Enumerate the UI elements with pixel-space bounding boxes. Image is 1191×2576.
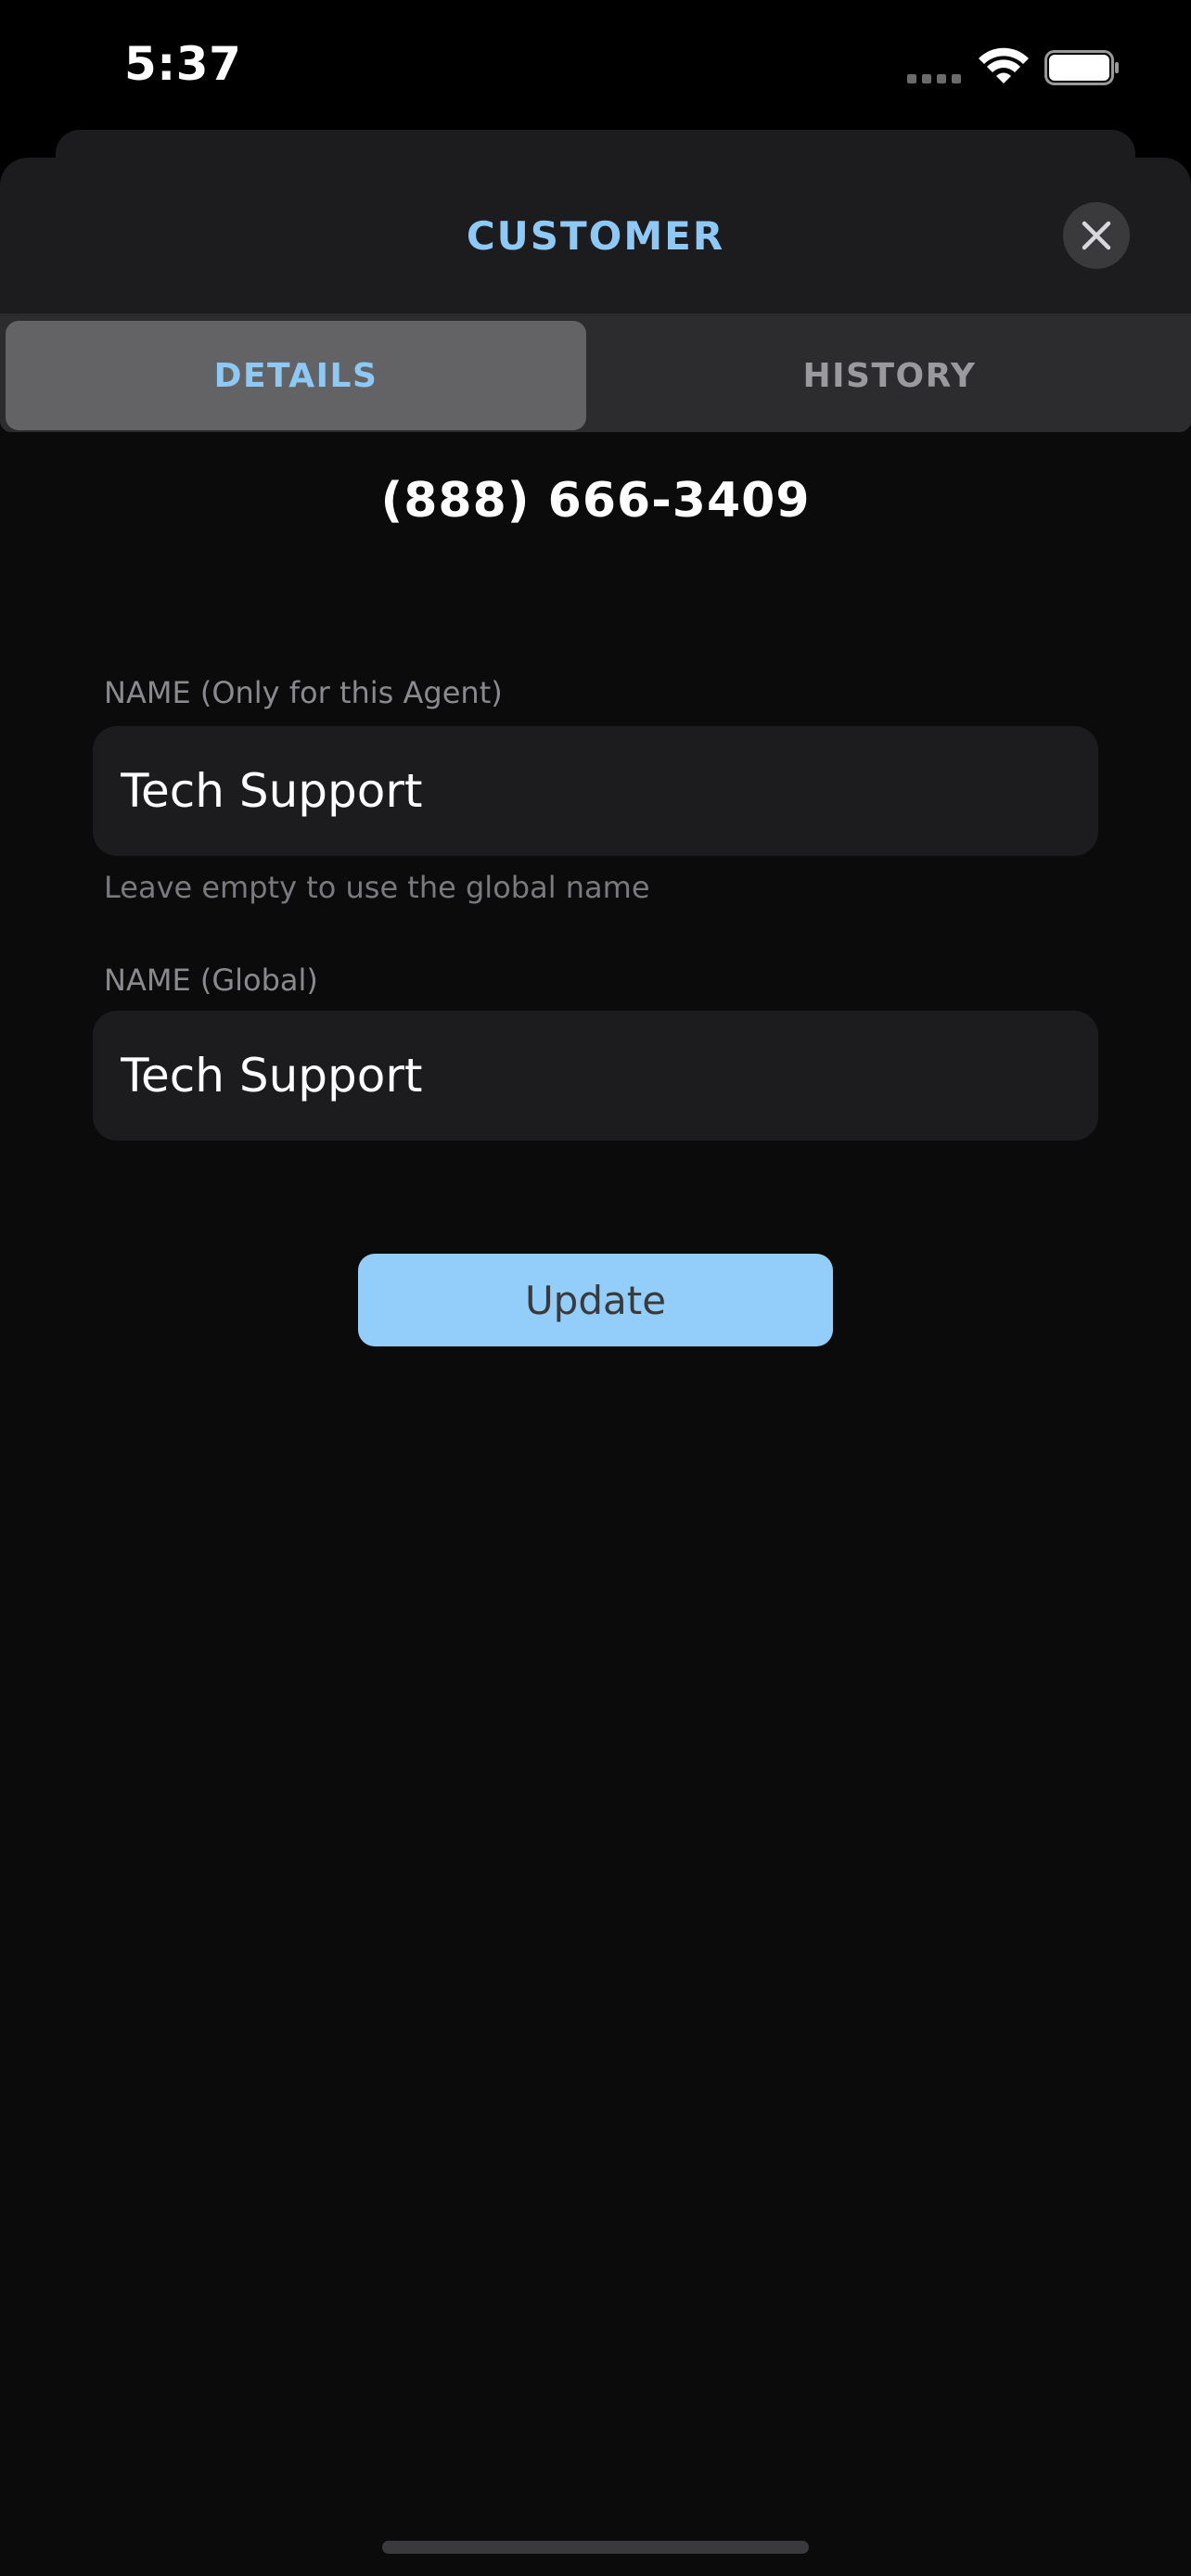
sheet-title: CUSTOMER xyxy=(466,213,725,259)
agent-name-label: NAME (Only for this Agent) xyxy=(104,675,503,710)
agent-name-input[interactable] xyxy=(93,726,1098,856)
status-time: 5:37 xyxy=(124,37,242,91)
customer-phone-number: (888) 666-3409 xyxy=(380,473,811,529)
battery-icon xyxy=(1044,50,1119,85)
home-indicator xyxy=(382,2541,809,2554)
wifi-icon xyxy=(979,47,1029,83)
global-name-input[interactable] xyxy=(93,1011,1098,1141)
status-bar: 5:37 xyxy=(0,0,1191,130)
cellular-signal-icon xyxy=(907,74,963,83)
tab-history[interactable]: HISTORY xyxy=(594,321,1185,430)
sheet-header: CUSTOMER xyxy=(0,158,1191,313)
global-name-label: NAME (Global) xyxy=(104,963,318,998)
agent-name-hint: Leave empty to use the global name xyxy=(104,870,650,905)
segmented-tabs: DETAILS HISTORY xyxy=(0,315,1191,432)
update-button[interactable]: Update xyxy=(358,1254,833,1346)
close-button[interactable] xyxy=(1063,202,1130,269)
tab-details[interactable]: DETAILS xyxy=(6,321,586,430)
close-icon xyxy=(1082,221,1111,250)
